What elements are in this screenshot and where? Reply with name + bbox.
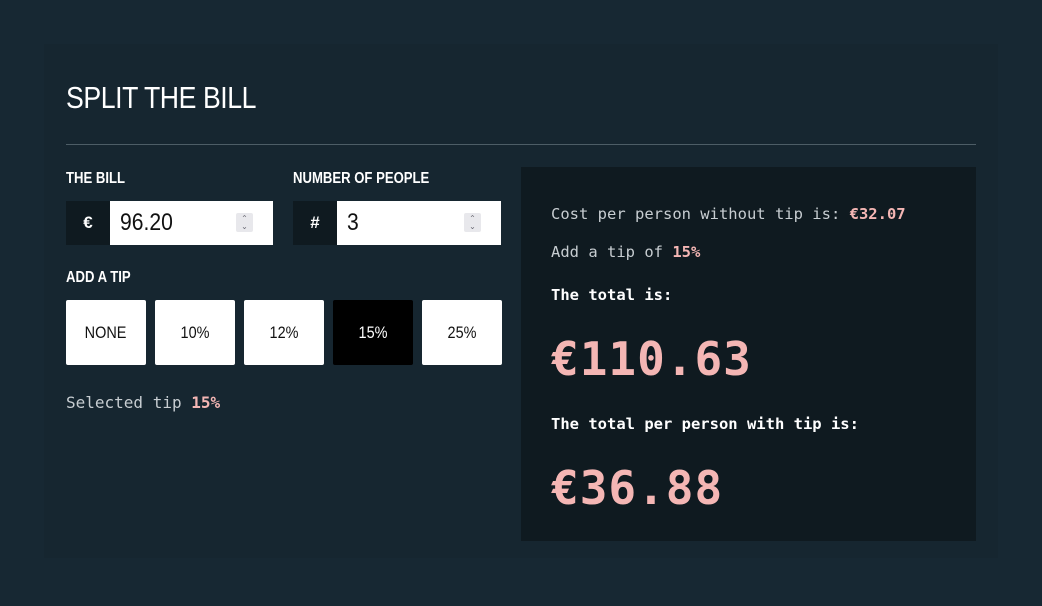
cost-without-tip-label: Cost per person without tip is: [551,205,841,223]
tip-label: ADD A TIP [66,269,131,286]
selected-tip-text: Selected tip 15% [66,393,220,412]
people-stepper[interactable]: ⌃ ⌄ [464,213,481,232]
bill-stepper[interactable]: ⌃ ⌄ [236,213,253,232]
per-person-value: €36.88 [551,461,724,515]
euro-icon: € [66,201,110,245]
tip-summary-value: 15% [672,243,701,261]
bill-label: THE BILL [66,170,126,187]
tip-button-none[interactable]: NONE [66,300,146,365]
total-value: €110.63 [551,332,752,386]
chevron-down-icon[interactable]: ⌄ [241,222,248,231]
selected-tip-value: 15% [191,393,221,412]
per-person-label: The total per person with tip is: [551,415,859,433]
tip-button-label: 10% [180,322,210,342]
tip-button-label: 25% [447,322,477,342]
bill-input[interactable] [120,209,208,237]
people-label: NUMBER OF PEOPLE [293,170,430,187]
tip-summary-label: Add a tip of [551,243,663,261]
cost-without-tip: Cost per person without tip is: €32.07 [551,205,906,223]
tip-button-10[interactable]: 10% [155,300,235,365]
people-input-wrapper: ⌃ ⌄ [337,201,501,245]
total-label: The total is: [551,286,673,304]
split-bill-card: SPLIT THE BILL THE BILL € ⌃ ⌄ NUMBER OF … [44,44,998,558]
hash-icon: # [293,201,337,245]
bill-field: € ⌃ ⌄ [66,201,273,245]
people-field: # ⌃ ⌄ [293,201,501,245]
chevron-down-icon[interactable]: ⌄ [469,222,476,231]
result-panel: Cost per person without tip is: €32.07 A… [521,167,976,541]
tip-options: NONE 10% 12% 15% 25% [66,300,502,365]
bill-input-wrapper: ⌃ ⌄ [110,201,273,245]
tip-button-15[interactable]: 15% [333,300,413,365]
tip-summary: Add a tip of 15% [551,243,700,261]
selected-tip-prefix: Selected tip [66,393,182,412]
tip-button-label: 12% [269,322,299,342]
tip-button-12[interactable]: 12% [244,300,324,365]
page-title: SPLIT THE BILL [66,80,257,115]
tip-button-label: NONE [85,322,127,342]
title-divider [66,144,976,145]
tip-button-25[interactable]: 25% [422,300,502,365]
people-input[interactable] [347,209,435,237]
tip-button-label: 15% [358,322,388,342]
cost-without-tip-value: €32.07 [849,205,906,223]
